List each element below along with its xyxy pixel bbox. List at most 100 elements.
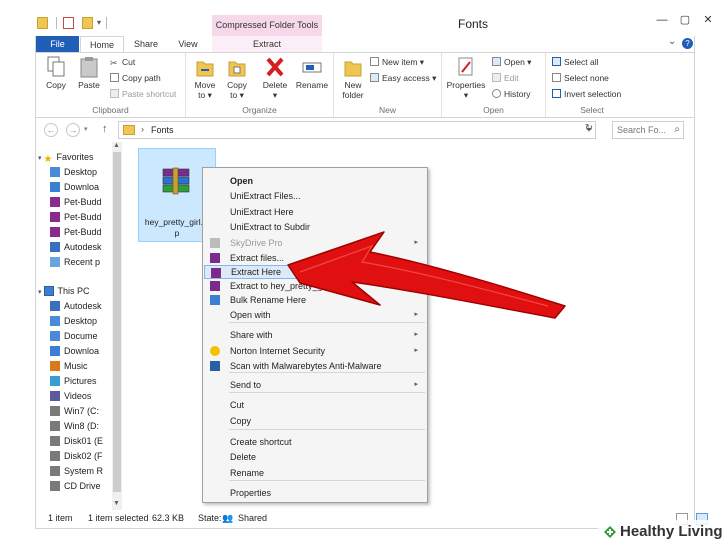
tab-file[interactable]: File [36,36,79,52]
tab-home[interactable]: Home [80,36,124,53]
sidebar-item-this-pc[interactable]: Docume [50,329,98,343]
recent-locations-icon[interactable]: ▾ [84,125,88,133]
sidebar-item-this-pc[interactable]: Pictures [50,374,97,388]
menu-item-extract-files[interactable]: Extract files... [204,251,426,265]
tab-view[interactable]: View [168,36,208,52]
back-button[interactable]: ← [44,123,58,137]
paste-button[interactable]: Paste [74,56,104,90]
nav-scrollbar-thumb[interactable] [113,152,121,492]
history-button[interactable]: History [492,89,530,99]
up-arrow-icon[interactable]: ↑ [102,123,108,135]
copy-path-button[interactable]: Copy path [110,73,161,83]
sidebar-item-this-pc[interactable]: Downloa [50,344,99,358]
menu-item-delete[interactable]: Delete [204,450,426,464]
chevron-down-icon[interactable]: ▾ [38,155,42,162]
refresh-icon[interactable]: ↻ [582,123,596,134]
move-to-label: Move [194,80,216,90]
menu-item-open-with[interactable]: Open with ▸ [204,308,426,322]
sidebar-item-this-pc[interactable]: Disk02 (F [50,449,103,463]
nav-this-pc[interactable]: ▾ This PC [38,284,90,298]
select-none-button[interactable]: Select none [552,73,609,83]
menu-item-properties[interactable]: Properties [204,486,426,500]
menu-item-extract-to-hey-pretty-girl[interactable]: Extract to hey_pretty_girl\ [204,279,426,293]
folder-icon [50,316,60,326]
close-button[interactable]: ✕ [698,12,718,28]
invert-selection-button[interactable]: Invert selection [552,89,621,99]
menu-item-norton-internet-security[interactable]: Norton Internet Security ▸ [204,344,426,358]
sidebar-item-this-pc[interactable]: CD Drive [50,479,101,493]
new-folder-button[interactable]: New folder [338,56,368,100]
sidebar-item-favorite[interactable]: Recent p [50,255,100,269]
menu-item-copy[interactable]: Copy [204,414,426,428]
delete-button[interactable]: Delete ▾ [260,56,290,101]
sidebar-item-this-pc[interactable]: Music [50,359,88,373]
chevron-right-icon[interactable]: › [141,124,144,134]
sidebar-item-this-pc[interactable]: Disk01 (E [50,434,103,448]
properties-icon[interactable] [63,17,74,29]
cut-button[interactable]: ✂ Cut [110,57,135,68]
paste-shortcut-label: Paste shortcut [122,89,177,99]
paste-shortcut-button[interactable]: Paste shortcut [110,89,176,99]
menu-item-rename[interactable]: Rename [204,466,426,480]
chevron-down-icon[interactable]: ⌄ [668,36,676,47]
copy-to-button[interactable]: Copy to ▾ [222,56,252,101]
sidebar-item-favorite[interactable]: Pet-Budd [50,225,102,239]
sidebar-item-favorite[interactable]: Downloa [50,180,99,194]
search-icon[interactable]: ⌕ [674,124,680,135]
sidebar-item-this-pc[interactable]: Win8 (D: [50,419,99,433]
new-folder-icon[interactable] [82,17,93,29]
menu-item-uniextract-here[interactable]: UniExtract Here [204,205,426,219]
sidebar-item-this-pc[interactable]: Videos [50,389,91,403]
menu-item-open[interactable]: Open [204,174,426,188]
address-box[interactable]: › Fonts ▾ [118,121,596,139]
menu-item-create-shortcut[interactable]: Create shortcut [204,435,426,449]
copy-button[interactable]: Copy [41,56,71,90]
help-icon[interactable]: ? [682,38,693,49]
select-group-label: Select [580,105,604,115]
minimize-button[interactable]: — [652,12,672,28]
move-to-button[interactable]: Move to ▾ [190,56,220,101]
menu-item-label: Send to [230,380,262,390]
customize-quick-access-icon[interactable]: ▾ [97,18,101,27]
malwarebytes-icon [210,361,220,371]
folder-icon[interactable] [37,17,48,29]
sidebar-item-favorite[interactable]: Pet-Budd [50,210,102,224]
menu-item-uniextract-files[interactable]: UniExtract Files... [204,189,426,203]
rename-button[interactable]: Rename [294,56,330,90]
edit-button[interactable]: Edit [492,73,519,83]
menu-item-uniextract-to-subdir[interactable]: UniExtract to Subdir [204,220,426,234]
sidebar-item-this-pc[interactable]: Autodesk [50,299,102,313]
sidebar-item-favorite[interactable]: Autodesk [50,240,102,254]
menu-item-skydrive-pro[interactable]: SkyDrive Pro ▸ [204,236,426,250]
navigation-pane: ▾ ★ Favorites ▾ This PC Desktop Downloa Pet-B… [36,142,124,510]
chevron-down-icon[interactable]: ▾ [38,289,42,296]
nav-favorites[interactable]: ▾ ★ Favorites [38,150,94,165]
sidebar-item-favorite[interactable]: Desktop [50,165,97,179]
tab-extract[interactable]: Extract [212,36,322,52]
maximize-button[interactable]: ▢ [675,12,695,28]
menu-item-scan-with-malwarebytes-anti-malware[interactable]: Scan with Malwarebytes Anti-Malware [204,359,426,373]
menu-item-share-with[interactable]: Share with ▸ [204,328,426,342]
menu-separator [229,372,425,373]
forward-button[interactable]: → [66,123,80,137]
select-all-label: Select all [564,57,599,67]
open-group: Properties ▾ Open ▾ Edit History Open [442,53,546,117]
sidebar-item-favorite[interactable]: Pet-Budd [50,195,102,209]
sidebar-item-this-pc[interactable]: Win7 (C: [50,404,99,418]
select-all-button[interactable]: Select all [552,57,599,67]
menu-item-bulk-rename-here[interactable]: Bulk Rename Here [204,293,426,307]
easy-access-button[interactable]: Easy access ▾ [370,73,436,84]
scroll-down-icon[interactable]: ▼ [113,500,120,507]
menu-item-extract-here[interactable]: Extract Here [204,265,426,279]
sidebar-item-this-pc[interactable]: Desktop [50,314,97,328]
sidebar-item-this-pc[interactable]: System R [50,464,103,478]
menu-item-send-to[interactable]: Send to ▸ [204,378,426,392]
tab-share[interactable]: Share [126,36,166,52]
scroll-up-icon[interactable]: ▲ [113,142,120,149]
properties-button[interactable]: Properties ▾ [446,56,486,101]
menu-item-cut[interactable]: Cut [204,398,426,412]
search-input[interactable]: Search Fo... ⌕ [612,121,684,139]
copy-to-label-2: to ▾ [230,90,244,100]
open-button[interactable]: Open ▾ [492,57,531,68]
new-item-button[interactable]: New item ▾ [370,57,424,68]
